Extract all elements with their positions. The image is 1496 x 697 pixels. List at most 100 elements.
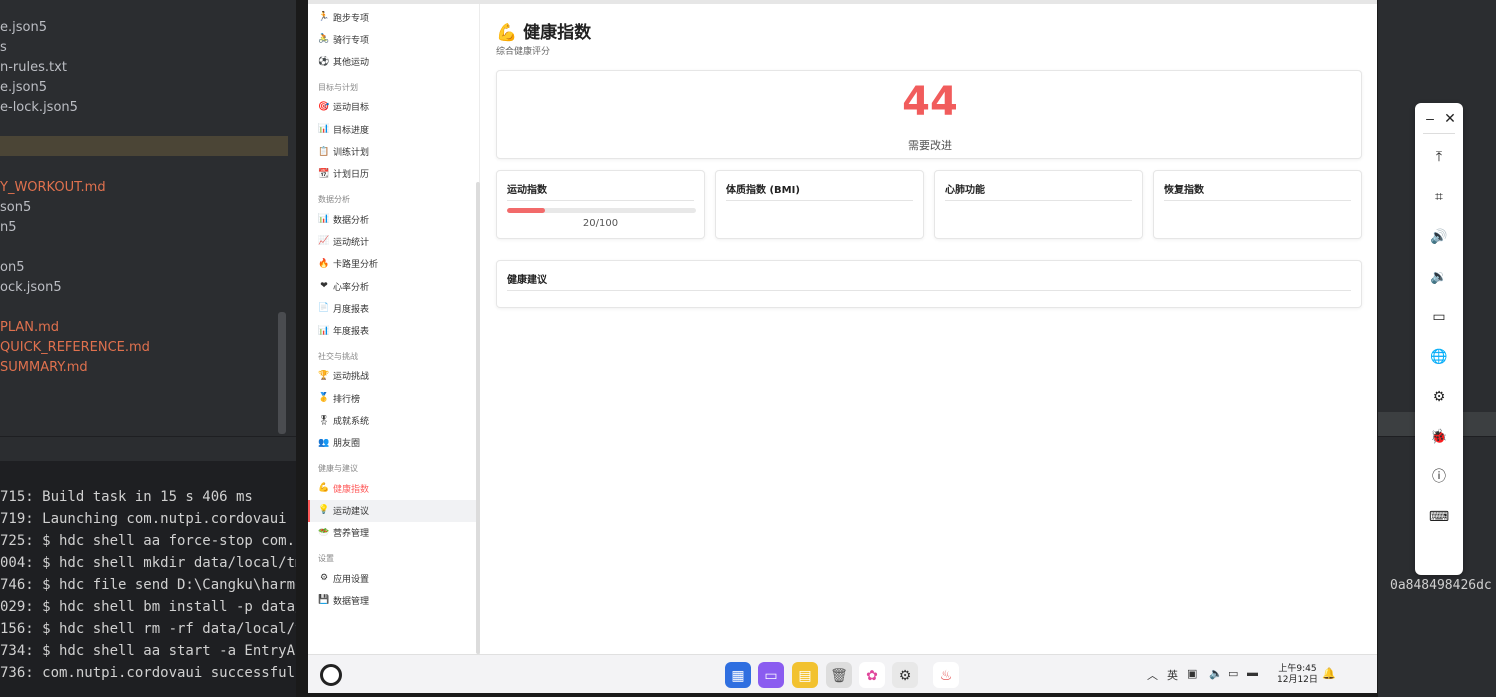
nav-item-label: 年度报表 [333,327,370,338]
nav-item-icon: ⚙ [319,573,329,583]
settings-app-icon[interactable]: ⚙ [892,662,918,688]
battery-icon[interactable]: ▭ [1427,304,1451,328]
file-tree-scrollbar[interactable] [278,312,286,434]
nav-item-icon: 📊 [318,124,330,135]
volume-up-icon[interactable]: 🔊 [1427,224,1451,248]
terminal-line: 004: $ hdc shell mkdir data/local/tmp [0,555,312,571]
nav-item-label: 跑步专项 [333,13,370,24]
nav-item-label: 数据分析 [333,215,370,226]
file-tree-item[interactable]: Y_WORKOUT.md [0,180,106,195]
sidebar-nav-item[interactable]: 📊 目标进度 [318,119,369,139]
nav-item-icon: 💾 [318,595,330,606]
nav-item-icon: ⚽ [318,56,330,67]
ime-indicator[interactable]: 英 [1167,667,1178,683]
globe-icon[interactable]: 🌐 [1427,344,1451,368]
file-tree-item[interactable]: SUMMARY.md [0,360,88,375]
nav-item-icon: 🥗 [318,527,330,538]
nav-item-label: 骑行专项 [333,35,370,46]
sidebar-nav-item[interactable]: 🔥 卡路里分析 [318,254,378,274]
app-launcher-icon[interactable]: ▦ [725,662,751,688]
sidebar-nav-item[interactable]: 🏃 跑步专项 [318,7,369,27]
nav-item-label: 数据管理 [333,596,370,607]
file-tree-item[interactable]: n5 [0,220,17,235]
nav-item-icon: 🥇 [318,393,330,404]
nav-item-label: 运动统计 [333,237,370,248]
display-icon[interactable]: ▭ [1228,667,1238,680]
score-status: 需要改进 [908,139,952,152]
file-tree-item[interactable]: n-rules.txt [0,60,67,75]
advice-divider [507,290,1351,291]
close-icon[interactable]: ✕ [1438,106,1462,130]
sidebar-nav-item[interactable]: 📄 月度报表 [318,298,369,318]
bug-icon[interactable]: 🐞 [1427,424,1451,448]
files-icon[interactable]: ▤ [792,662,818,688]
nav-item-label: 成就系统 [333,417,370,427]
nav-item-icon: 📈 [318,236,330,247]
page-subtitle: 综合健康评分 [496,47,551,57]
advice-title: 健康建议 [507,275,547,286]
sidebar-nav-item[interactable]: 📋 训练计划 [318,142,369,162]
volume-icon[interactable]: 🔈 [1209,667,1223,680]
sidebar-nav-item[interactable]: 📊 数据分析 [318,209,369,229]
gear-icon[interactable]: ⚙ [1427,384,1451,408]
nav-item-label: 营养管理 [333,529,370,540]
sidebar-nav-item[interactable]: ⚽ 其他运动 [318,52,369,72]
multitask-icon[interactable]: ▭ [758,662,784,688]
crop-icon[interactable]: ⌗ [1427,184,1451,208]
sidebar-nav-item[interactable]: 🏆 运动挑战 [318,366,369,386]
ide-panel-divider [0,436,296,462]
file-tree-item[interactable]: on5 [0,260,24,275]
tray-expand-icon[interactable]: ︿ [1147,667,1158,683]
page-title: 💪 健康指数 [496,23,592,43]
info-icon[interactable]: ⓘ [1427,464,1451,488]
metric-title: 体质指数 (BMI) [726,185,800,196]
sidebar-nav-item[interactable]: ❤ 心率分析 [318,276,369,296]
sidebar-section-title: 数据分析 [318,195,350,205]
file-tree-item[interactable]: QUICK_REFERENCE.md [0,340,150,355]
nav-item-label: 运动建议 [333,506,370,517]
file-tree-item[interactable]: e-lock.json5 [0,100,78,115]
gallery-icon[interactable]: ✿ [859,662,885,688]
nav-item-label: 月度报表 [333,304,370,315]
sidebar-nav-item[interactable]: 📆 计划日历 [318,164,369,184]
metric-title: 运动指数 [507,185,547,196]
sidebar-nav-item[interactable]: 📈 运动统计 [318,231,369,251]
clock[interactable]: 上午9:45 12月12日 [1277,664,1318,686]
sidebar-nav-item[interactable]: 🚴 骑行专项 [318,29,369,49]
trash-icon[interactable]: 🗑 [826,662,852,688]
sidebar-nav-item[interactable]: 🎖 成就系统 [318,411,369,431]
sidebar-nav-item[interactable]: 💡 运动建议 [318,500,369,520]
sidebar-nav-item[interactable]: 🥇 排行榜 [318,388,360,408]
clipboard-icon[interactable]: ▣ [1187,667,1197,680]
sidebar-nav-item[interactable]: 💾 数据管理 [318,590,369,610]
keyboard-icon[interactable]: ⌨ [1427,504,1451,528]
file-tree-item[interactable]: e.json5 [0,80,47,95]
sidebar-scrollbar[interactable] [476,182,480,654]
file-tree-selection [0,136,288,156]
start-button[interactable] [320,664,342,686]
sidebar-nav-item[interactable]: 👥 朋友圈 [318,433,360,453]
sidebar-nav-item[interactable]: 💪 健康指数 [318,478,369,498]
notification-bell-icon[interactable]: 🔔 [1322,667,1336,680]
volume-down-icon[interactable]: 🔉 [1427,264,1451,288]
sidebar-nav-item[interactable]: ⚙ 应用设置 [318,568,369,588]
metric-card-exercise: 运动指数 20/100 [496,170,705,239]
nav-item-label: 朋友圈 [333,439,361,450]
nav-item-icon: ❤ [320,281,328,291]
sidebar-nav-item[interactable]: 📊 年度报表 [318,321,369,341]
terminal-line: 725: $ hdc shell aa force-stop com.nu [0,533,312,549]
file-tree-item[interactable]: s [0,40,7,55]
nav-item-icon: 🏆 [318,370,330,381]
health-advice-card: 健康建议 [496,260,1362,308]
sidebar-nav-item[interactable]: 🥗 营养管理 [318,523,369,543]
sidebar-nav-item[interactable]: 🎯 运动目标 [318,97,369,117]
top-icon[interactable]: ⤒ [1427,144,1451,168]
nav-item-label: 卡路里分析 [333,260,379,271]
file-tree-item[interactable]: e.json5 [0,20,47,35]
file-tree-item[interactable]: PLAN.md [0,320,59,335]
file-tree-item[interactable]: ock.json5 [0,280,62,295]
cordova-app-icon[interactable]: ♨ [933,662,959,688]
file-tree-item[interactable]: son5 [0,200,31,215]
battery-tray-icon[interactable]: ▬ [1247,667,1258,679]
score-card: 44 需要改进 [496,70,1362,159]
